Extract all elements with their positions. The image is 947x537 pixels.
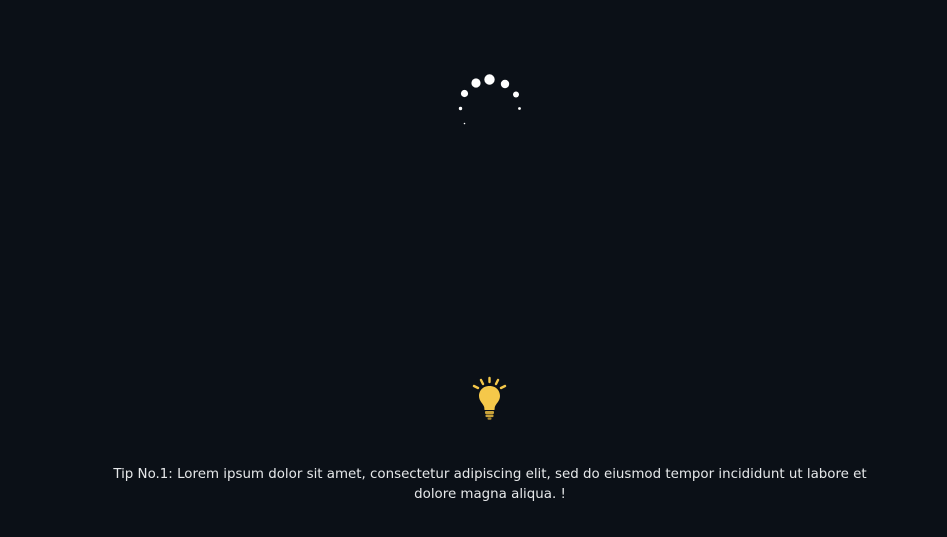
spinner-dot [518,107,521,110]
tip-text: Tip No.1: Lorem ipsum dolor sit amet, co… [113,467,867,502]
spinner-dot [460,89,469,98]
spinner-dot [471,78,481,88]
spinner-dot [500,79,510,89]
spinner-dot [513,91,519,98]
lightbulb-icon [472,376,507,420]
spinner-dot [458,106,463,111]
loading-screen: Tip No.1: Lorem ipsum dolor sit amet, co… [0,0,947,537]
spinner-dot [463,122,466,125]
loading-spinner-icon [458,74,521,125]
spinner-dot [484,74,495,85]
